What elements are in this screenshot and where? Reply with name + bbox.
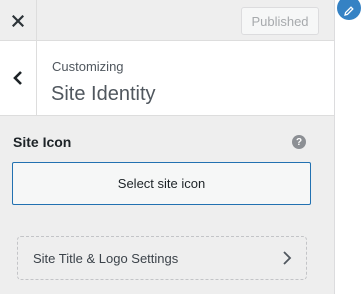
chevron-right-icon (283, 251, 292, 265)
chevron-left-icon (13, 71, 22, 85)
section-title: Site Identity (51, 83, 156, 105)
preview-frame (334, 0, 363, 294)
pencil-icon (344, 6, 354, 16)
back-button[interactable] (0, 41, 37, 115)
select-site-icon-button[interactable]: Select site icon (12, 162, 311, 205)
site-title-logo-settings-button[interactable]: Site Title & Logo Settings (17, 236, 307, 280)
customizer-topbar: Published (0, 0, 334, 41)
publish-button[interactable]: Published (241, 7, 319, 35)
question-circle-icon[interactable]: ? (292, 135, 306, 149)
site-icon-heading: Site Icon (13, 134, 72, 150)
help-glyph: ? (295, 136, 303, 148)
close-icon (12, 14, 24, 27)
section-header: Customizing Site Identity (0, 41, 334, 116)
logo-settings-label: Site Title & Logo Settings (33, 251, 179, 266)
customizer-panel: Published Customizing Site Identity Site… (0, 0, 334, 294)
breadcrumb: Customizing (52, 59, 124, 74)
close-button[interactable] (0, 0, 37, 41)
